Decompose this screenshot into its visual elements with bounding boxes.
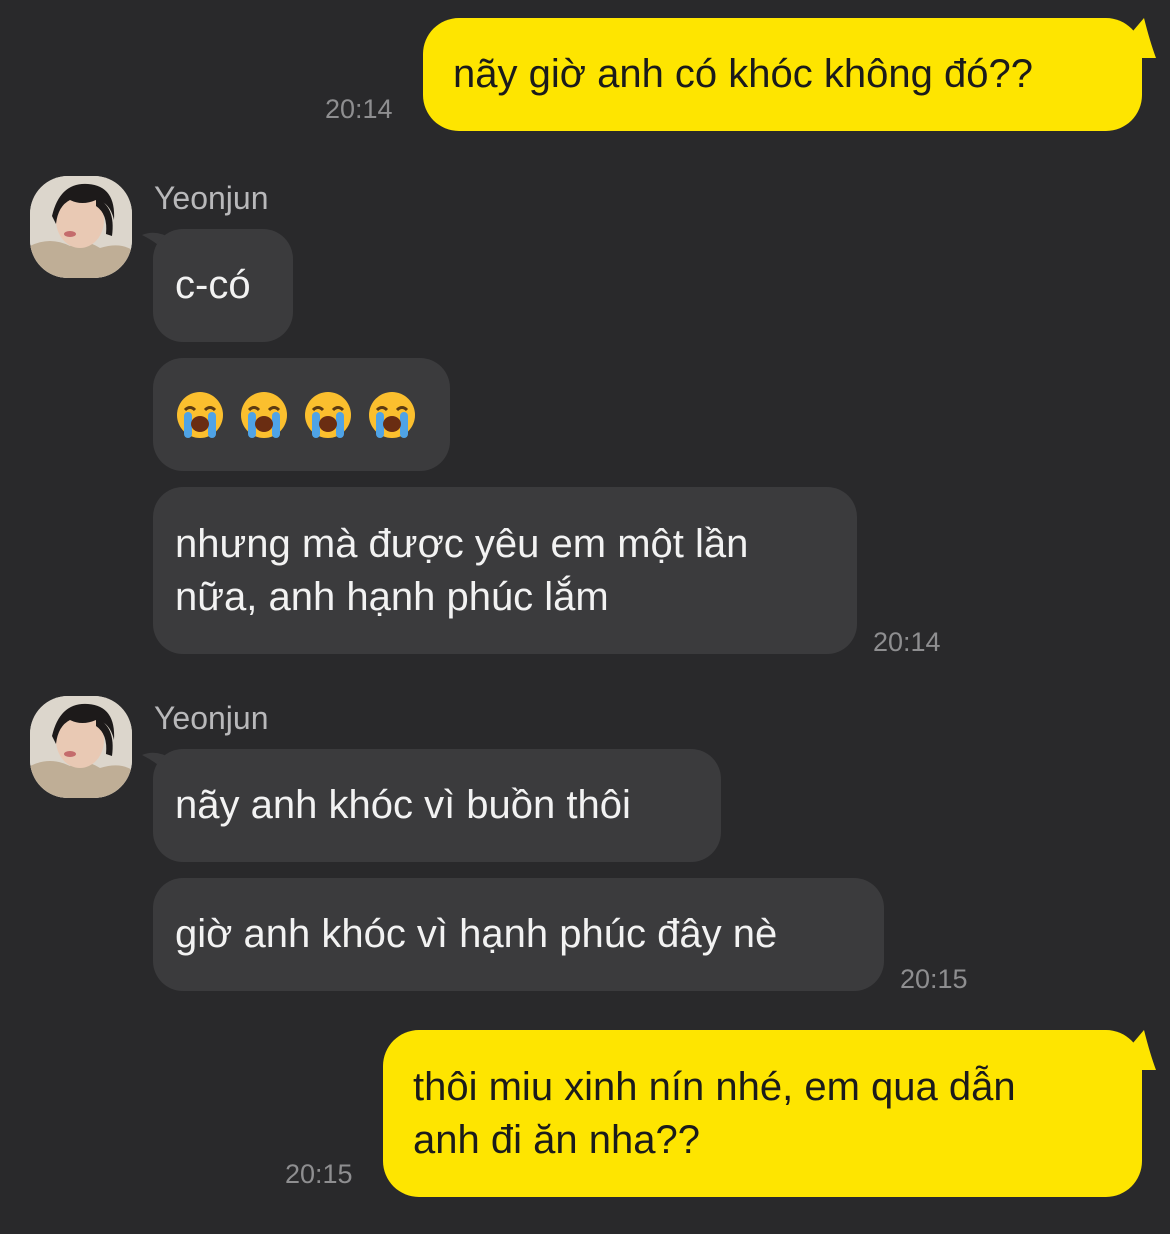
avatar[interactable] (30, 176, 132, 278)
loudly-crying-face-icon (305, 391, 351, 438)
message-bubble[interactable]: giờ anh khóc vì hạnh phúc đây nè (153, 878, 884, 991)
avatar[interactable] (30, 696, 132, 798)
message-timestamp: 20:14 (873, 627, 941, 657)
sender-name: Yeonjun (154, 180, 269, 216)
sender-name: Yeonjun (154, 700, 269, 736)
loudly-crying-face-icon (177, 391, 223, 438)
message-bubble-emoji[interactable] (153, 358, 450, 471)
message-bubble[interactable]: nhưng mà được yêu em một lần nữa, anh hạ… (153, 487, 857, 654)
profile-photo-icon (30, 696, 132, 798)
message-bubble[interactable]: nãy anh khóc vì buồn thôi (153, 749, 721, 862)
message-bubble[interactable]: c-có (153, 229, 293, 342)
message-bubble[interactable]: nãy giờ anh có khóc không đó?? (423, 18, 1142, 131)
message-timestamp: 20:14 (325, 94, 393, 124)
emoji-row (175, 390, 417, 440)
message-bubble[interactable]: thôi miu xinh nín nhé, em qua dẫn anh đi… (383, 1030, 1142, 1197)
loudly-crying-face-icon (369, 391, 415, 438)
message-timestamp: 20:15 (900, 964, 968, 994)
profile-photo-icon (30, 176, 132, 278)
loudly-crying-face-icon (241, 391, 287, 438)
message-timestamp: 20:15 (285, 1159, 353, 1189)
